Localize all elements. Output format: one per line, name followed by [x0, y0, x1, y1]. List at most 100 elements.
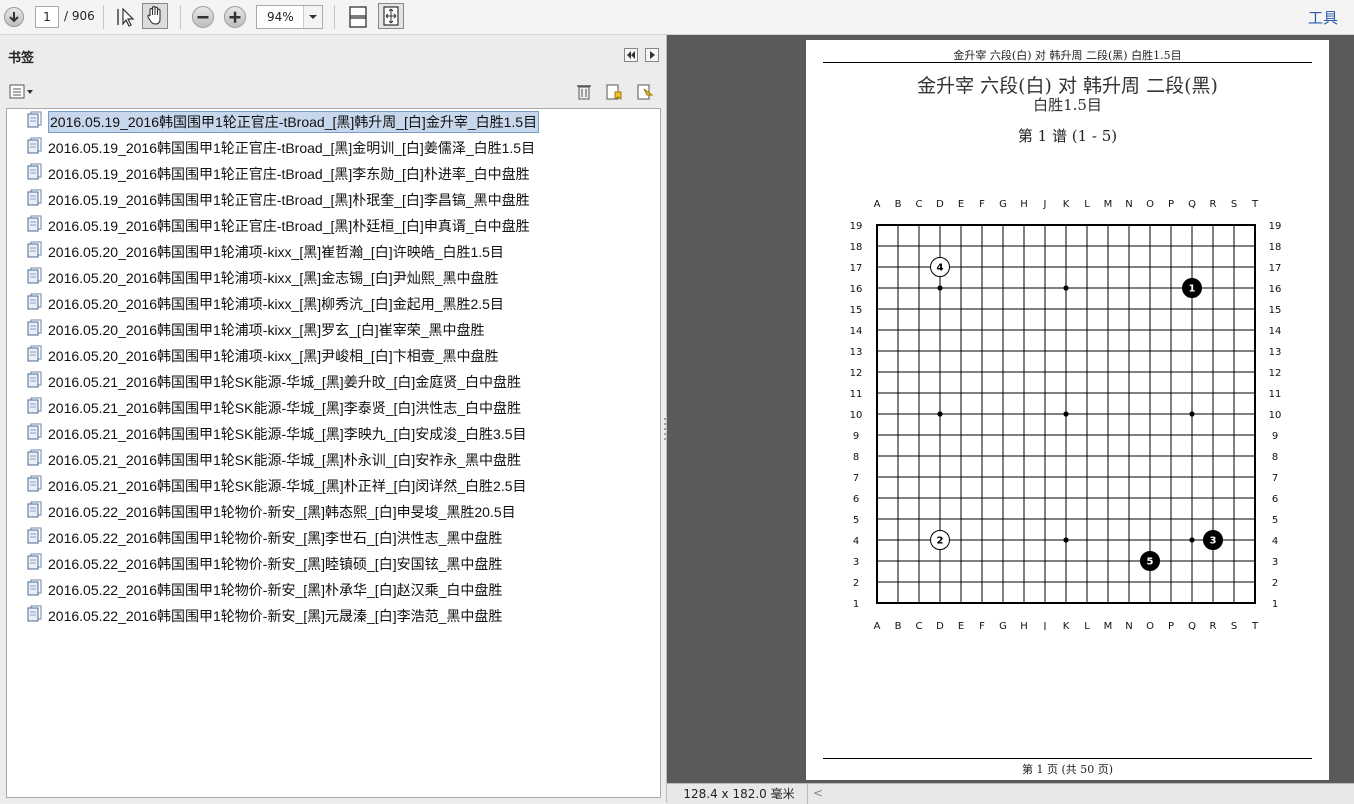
move-number: 4: [937, 263, 944, 274]
zoom-in-icon[interactable]: [224, 6, 246, 28]
bookmark-item[interactable]: 2016.05.20_2016韩国围甲1轮浦项-kixx_[黑]金志锡_[白]尹…: [27, 266, 659, 288]
tools-link[interactable]: 工具: [1308, 7, 1338, 28]
row-label: 19: [1269, 221, 1282, 232]
column-label: N: [1125, 199, 1132, 210]
bookmark-properties-icon[interactable]: [636, 83, 654, 105]
row-label: 1: [853, 599, 859, 610]
fit-width-icon[interactable]: [378, 3, 404, 29]
panel-title: 书签: [8, 51, 35, 66]
zoom-out-icon[interactable]: [192, 6, 214, 28]
options-menu-icon[interactable]: [9, 84, 35, 104]
bookmark-item[interactable]: 2016.05.20_2016韩国围甲1轮浦项-kixx_[黑]崔哲瀚_[白]许…: [27, 240, 659, 262]
column-label: H: [1020, 199, 1028, 210]
bookmark-icon: [27, 423, 42, 440]
down-arrow-icon[interactable]: [4, 7, 24, 27]
row-label: 15: [850, 305, 863, 316]
row-label: 10: [850, 410, 863, 421]
column-label: A: [874, 621, 881, 630]
footer-rule: [823, 758, 1312, 759]
bookmark-icon: [27, 163, 42, 180]
row-label: 9: [1272, 431, 1278, 442]
bookmark-label: 2016.05.19_2016韩国围甲1轮正官庄-tBroad_[黑]韩升周_[…: [48, 111, 540, 133]
page-total: / 906: [64, 9, 95, 23]
column-label: L: [1084, 621, 1090, 630]
bookmark-label: 2016.05.19_2016韩国围甲1轮正官庄-tBroad_[黑]李东勋_[…: [48, 166, 530, 182]
column-label: H: [1020, 621, 1028, 630]
bookmark-item[interactable]: 2016.05.21_2016韩国围甲1轮SK能源-华城_[黑]李映九_[白]安…: [27, 422, 659, 444]
select-tool-icon[interactable]: [114, 6, 136, 32]
row-label: 11: [1269, 389, 1282, 400]
column-label: R: [1210, 199, 1217, 210]
bookmark-label: 2016.05.22_2016韩国围甲1轮物价-新安_[黑]朴承华_[白]赵汉乘…: [48, 582, 503, 598]
row-label: 15: [1269, 305, 1282, 316]
bookmark-icon: [27, 319, 42, 336]
chevron-down-icon[interactable]: [303, 6, 322, 28]
bookmark-item[interactable]: 2016.05.21_2016韩国围甲1轮SK能源-华城_[黑]姜升旼_[白]金…: [27, 370, 659, 392]
row-label: 5: [1272, 515, 1278, 526]
expand-panel-icon[interactable]: [645, 48, 659, 62]
row-label: 6: [1272, 494, 1278, 505]
go-board: AABBCCDDEEFFGGHHJJKKLLMMNNOOPPQQRRSSTT19…: [850, 199, 1282, 630]
bookmark-item[interactable]: 2016.05.21_2016韩国围甲1轮SK能源-华城_[黑]李泰贤_[白]洪…: [27, 396, 659, 418]
page-footer: 第 1 页 (共 50 页): [1021, 763, 1114, 776]
scroll-left-icon[interactable]: <: [813, 786, 823, 800]
bookmark-item[interactable]: 2016.05.20_2016韩国围甲1轮浦项-kixx_[黑]罗玄_[白]崔宰…: [27, 318, 659, 340]
bookmark-icon: [27, 189, 42, 206]
page-header: 金升宰 六段(白) 对 韩升周 二段(黑) 白胜1.5目: [953, 49, 1182, 62]
row-label: 17: [850, 263, 863, 274]
bookmark-icon: [27, 345, 42, 362]
bookmark-label: 2016.05.20_2016韩国围甲1轮浦项-kixx_[黑]金志锡_[白]尹…: [48, 270, 499, 286]
zoom-select[interactable]: 94%: [256, 5, 323, 29]
column-label: O: [1146, 621, 1154, 630]
bookmark-item[interactable]: 2016.05.22_2016韩国围甲1轮物价-新安_[黑]李世石_[白]洪性志…: [27, 526, 659, 548]
column-label: O: [1146, 199, 1154, 210]
bookmark-item[interactable]: 2016.05.19_2016韩国围甲1轮正官庄-tBroad_[黑]韩升周_[…: [27, 110, 659, 133]
hand-tool-icon[interactable]: [142, 3, 168, 29]
bookmark-item[interactable]: 2016.05.19_2016韩国围甲1轮正官庄-tBroad_[黑]金明训_[…: [27, 136, 659, 158]
document-page: 金升宰 六段(白) 对 韩升周 二段(黑) 白胜1.5目 金升宰 六段(白) 对…: [806, 40, 1329, 780]
column-label: S: [1231, 621, 1237, 630]
bookmark-item[interactable]: 2016.05.22_2016韩国围甲1轮物价-新安_[黑]睦镇硕_[白]安国铉…: [27, 552, 659, 574]
column-label: B: [895, 621, 902, 630]
collapse-panel-icon[interactable]: [624, 48, 638, 62]
bookmark-item[interactable]: 2016.05.22_2016韩国围甲1轮物价-新安_[黑]元晟溱_[白]李浩范…: [27, 604, 659, 626]
column-label: G: [999, 199, 1007, 210]
bookmark-item[interactable]: 2016.05.19_2016韩国围甲1轮正官庄-tBroad_[黑]李东勋_[…: [27, 162, 659, 184]
bookmark-item[interactable]: 2016.05.20_2016韩国围甲1轮浦项-kixx_[黑]尹峻相_[白]卞…: [27, 344, 659, 366]
row-label: 18: [1269, 242, 1282, 253]
toolbar: 1 / 906 94% 工具: [0, 0, 1354, 35]
toolbar-divider: [334, 5, 335, 29]
column-label: T: [1251, 621, 1259, 630]
column-label: C: [916, 199, 923, 210]
row-label: 4: [1272, 536, 1278, 547]
move-number: 1: [1189, 284, 1196, 295]
bookmark-item[interactable]: 2016.05.21_2016韩国围甲1轮SK能源-华城_[黑]朴永训_[白]安…: [27, 448, 659, 470]
row-label: 4: [853, 536, 859, 547]
fit-page-icon[interactable]: [346, 5, 370, 33]
row-label: 9: [853, 431, 859, 442]
column-label: N: [1125, 621, 1132, 630]
bookmark-item[interactable]: 2016.05.19_2016韩国围甲1轮正官庄-tBroad_[黑]朴珉奎_[…: [27, 188, 659, 210]
diagram-title: 第 1 谱 (1 - 5): [1017, 127, 1118, 145]
row-label: 7: [1272, 473, 1278, 484]
bookmark-icon: [27, 215, 42, 232]
bookmark-icon: [27, 605, 42, 622]
bookmark-label: 2016.05.21_2016韩国围甲1轮SK能源-华城_[黑]朴永训_[白]安…: [48, 452, 522, 468]
new-bookmark-icon[interactable]: [605, 83, 623, 105]
bookmark-item[interactable]: 2016.05.20_2016韩国围甲1轮浦项-kixx_[黑]柳秀沆_[白]金…: [27, 292, 659, 314]
page-number-input[interactable]: 1: [35, 6, 59, 28]
column-label: Q: [1188, 621, 1196, 630]
row-label: 13: [850, 347, 863, 358]
row-label: 6: [853, 494, 859, 505]
star-point: [1063, 411, 1069, 417]
bookmarks-panel: 书签 2016.05.19_2016韩国围甲1轮正官庄-tBroad_[黑]韩升…: [0, 35, 667, 803]
toolbar-divider: [180, 5, 181, 29]
bookmark-item[interactable]: 2016.05.19_2016韩国围甲1轮正官庄-tBroad_[黑]朴廷桓_[…: [27, 214, 659, 236]
bookmark-icon: [27, 449, 42, 466]
bookmark-item[interactable]: 2016.05.22_2016韩国围甲1轮物价-新安_[黑]朴承华_[白]赵汉乘…: [27, 578, 659, 600]
bookmark-item[interactable]: 2016.05.22_2016韩国围甲1轮物价-新安_[黑]韩态熙_[白]申旻埈…: [27, 500, 659, 522]
bookmark-item[interactable]: 2016.05.21_2016韩国围甲1轮SK能源-华城_[黑]朴正祥_[白]闵…: [27, 474, 659, 496]
bookmark-label: 2016.05.20_2016韩国围甲1轮浦项-kixx_[黑]崔哲瀚_[白]许…: [48, 244, 504, 260]
column-label: J: [1043, 199, 1047, 210]
delete-icon[interactable]: [576, 83, 592, 105]
